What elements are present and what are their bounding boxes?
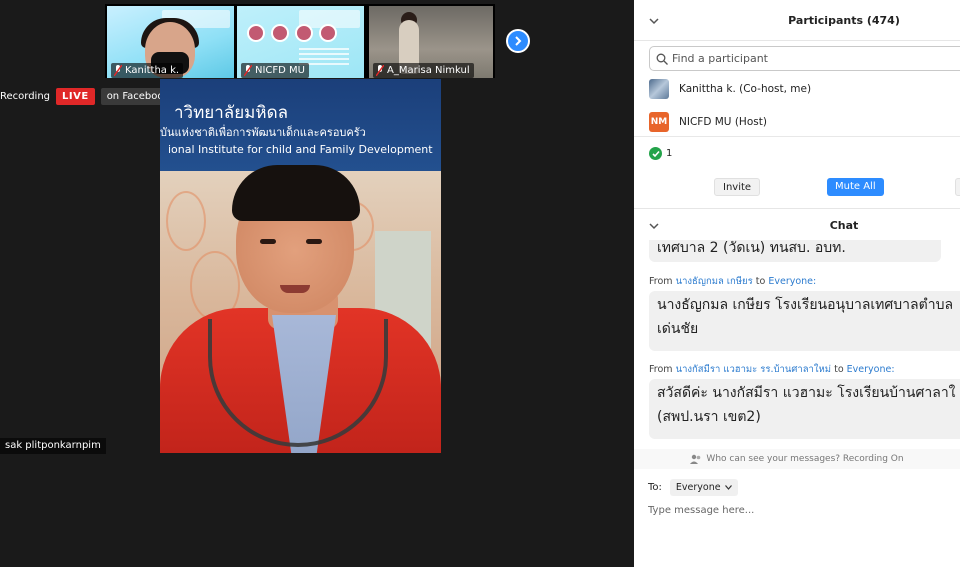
chevron-down-icon <box>724 485 732 490</box>
chat-message-text: สวัสดีค่ะ นางกัสมีรา แวฮามะ โรงเรียนบ้าน… <box>657 385 956 401</box>
speaker-name-tag: sak plitponkarnpim <box>0 438 106 454</box>
chat-message-text: (สพป.นรา เขต2) <box>657 409 761 425</box>
mural-leaf <box>166 191 206 251</box>
banner-line-2: บันแห่งชาติเพื่อการพัฒนาเด็กและครอบครัว <box>160 126 366 139</box>
people-icon <box>690 454 701 464</box>
chat-message: นางธัญกมล เกษียร โรงเรียนอนุบาลเทศบาลตำบ… <box>649 291 960 351</box>
chat-message-text: เทศบาล 2 (วัดเน) ทนสบ. อบท. <box>657 240 846 256</box>
chat-message-sender: From นางกัสมีรา แวฮามะ รร.บ้านศาลาใหม่ t… <box>649 362 895 377</box>
chat-message-text: นางธัญกมล เกษียร โรงเรียนอนุบาลเทศบาลตำบ… <box>657 297 954 313</box>
participants-header: Participants (474) <box>634 0 960 41</box>
speaker-eye <box>260 239 276 244</box>
speaker-photo-icon <box>295 24 313 42</box>
avatar: NM <box>649 112 669 132</box>
participant-row[interactable]: Kanittha k. (Co-host, me) <box>649 78 811 100</box>
mute-all-button[interactable]: Mute All <box>827 178 884 196</box>
to-label: to <box>834 364 844 375</box>
recording-visibility-note[interactable]: Who can see your messages? Recording On <box>634 449 960 469</box>
recording-note-text: Who can see your messages? Recording On <box>706 454 904 464</box>
feedback-count: 1 <box>649 147 672 160</box>
from-label: From <box>649 276 673 287</box>
participant-search-input[interactable] <box>672 52 960 65</box>
speaker-photo-icon <box>319 24 337 42</box>
video-thumbnail-strip: Kanittha k. NICFD MU A_Marisa Nimkul <box>105 4 495 78</box>
chat-title: Chat <box>829 219 859 232</box>
chat-recipient-row: To: Everyone <box>648 479 738 496</box>
banner-line-1: าวิทยาลัยมหิดล <box>174 103 289 123</box>
to-label: to <box>755 276 766 287</box>
speaker-photo-icon <box>247 24 265 42</box>
chat-message-sender: From นางธัญกมล เกษียร to Everyone: <box>649 274 816 289</box>
sender-name[interactable]: นางธัญกมล เกษียร <box>676 276 753 287</box>
from-label: From <box>649 364 673 375</box>
more-options-button[interactable] <box>955 178 960 196</box>
video-thumbnail-kanittha[interactable]: Kanittha k. <box>107 6 234 78</box>
check-icon <box>649 147 662 160</box>
recipient-name: Everyone: <box>846 364 895 375</box>
participant-name: NICFD MU (Host) <box>679 116 767 128</box>
side-panel: Participants (474) Kanittha k. (Co-host,… <box>634 0 960 567</box>
video-area: Kanittha k. NICFD MU A_Marisa Nimkul Rec… <box>0 0 634 567</box>
chat-message: สวัสดีค่ะ นางกัสมีรา แวฮามะ โรงเรียนบ้าน… <box>649 379 960 439</box>
sender-name[interactable]: นางกัสมีรา แวฮามะ รร.บ้านศาลาใหม่ <box>676 364 831 375</box>
active-speaker-video: าวิทยาลัยมหิดล บันแห่งชาติเพื่อการพัฒนาเ… <box>160 79 441 453</box>
to-label: To: <box>648 482 662 493</box>
thumbnail-name: A_Marisa Nimkul <box>387 65 470 76</box>
participant-row[interactable]: NM NICFD MU (Host) <box>649 111 767 133</box>
banner-line-3: ional Institute for child and Family Dev… <box>168 143 433 156</box>
avatar <box>649 79 669 99</box>
live-badge[interactable]: LIVE <box>56 87 95 105</box>
participant-search[interactable] <box>649 46 960 71</box>
recording-label: Recording <box>0 90 51 102</box>
recipient-name: Everyone: <box>768 276 817 287</box>
speaker-eye <box>306 239 322 244</box>
thumbnail-name: NICFD MU <box>255 65 305 76</box>
speaker-photo-icon <box>271 24 289 42</box>
zoom-window: Kanittha k. NICFD MU A_Marisa Nimkul Rec… <box>0 0 960 567</box>
participants-title: Participants (474) <box>788 14 900 27</box>
recipient-dropdown[interactable]: Everyone <box>669 479 738 496</box>
mic-muted-icon <box>376 65 384 76</box>
video-thumbnail-nicfd[interactable]: NICFD MU <box>237 6 364 78</box>
participant-name: Kanittha k. (Co-host, me) <box>679 83 812 95</box>
thumbnail-name: Kanittha k. <box>125 65 180 76</box>
chevron-right-icon <box>515 36 522 46</box>
speaker-hair <box>232 165 360 221</box>
chat-message-text: เด่นชัย <box>657 321 699 337</box>
search-icon <box>656 53 668 65</box>
chat-header: Chat <box>634 208 960 240</box>
chat-message-input[interactable] <box>648 502 948 518</box>
mic-muted-icon <box>244 65 252 76</box>
next-page-button[interactable] <box>506 29 530 53</box>
speaker-mouth <box>280 285 310 293</box>
institute-banner: าวิทยาลัยมหิดล บันแห่งชาติเพื่อการพัฒนาเ… <box>160 79 441 171</box>
thumbnail-name-label: Kanittha k. <box>111 63 184 78</box>
thumbnail-name-label: A_Marisa Nimkul <box>373 63 474 78</box>
chat-message: เทศบาล 2 (วัดเน) ทนสบ. อบท. <box>649 240 941 262</box>
recipient-value: Everyone <box>675 482 721 493</box>
feedback-count-value: 1 <box>666 148 673 159</box>
mic-muted-icon <box>114 65 122 76</box>
video-thumbnail-marisa[interactable]: A_Marisa Nimkul <box>369 6 493 78</box>
invite-button[interactable]: Invite <box>714 178 761 196</box>
chat-messages[interactable]: เทศบาล 2 (วัดเน) ทนสบ. อบท. From นางธัญก… <box>634 240 960 450</box>
thumbnail-name-label: NICFD MU <box>241 63 309 78</box>
divider <box>634 136 960 137</box>
